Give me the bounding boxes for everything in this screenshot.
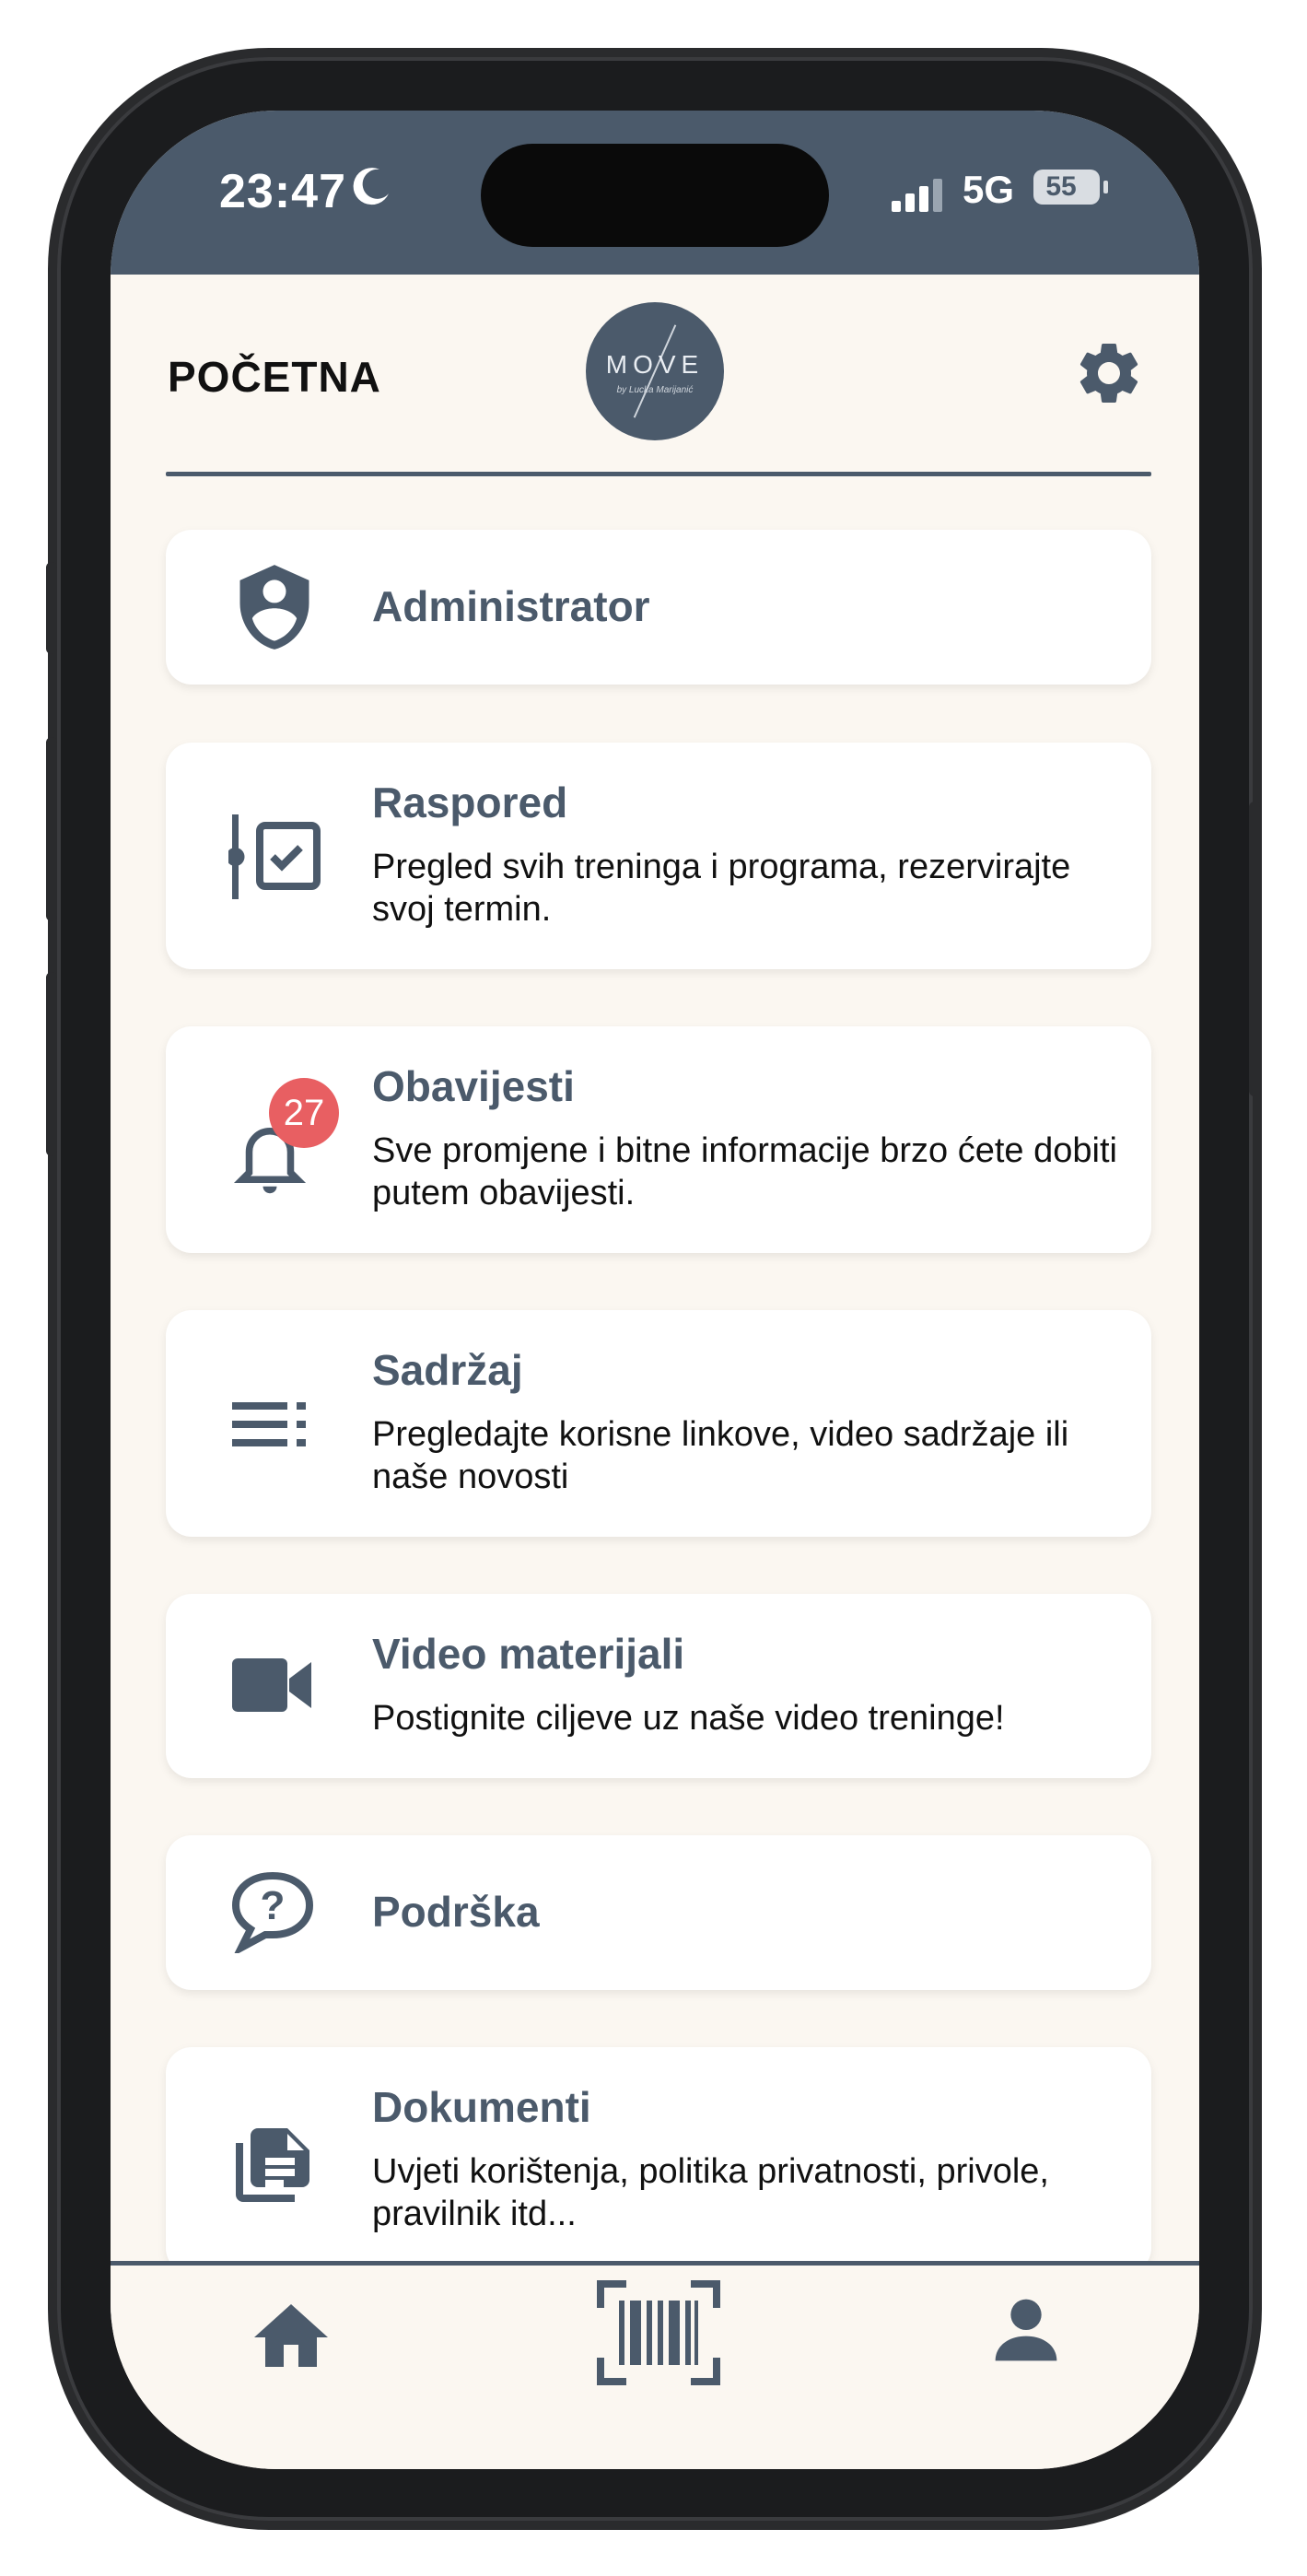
- card-obavijesti[interactable]: 27 Obavijesti Sve promjene i bitne infor…: [166, 1026, 1151, 1253]
- logo-text: MOVE: [605, 350, 705, 379]
- bottom-nav: [111, 2261, 1199, 2469]
- user-icon[interactable]: [989, 2291, 1063, 2369]
- barcode-scan-icon[interactable]: [595, 2278, 722, 2387]
- help-chat-icon: ?: [231, 1871, 314, 1953]
- power-button: [1249, 802, 1260, 1096]
- screen: 23:47 5G 55 POČETNA MOVE by Lucka Marija…: [111, 111, 1199, 2469]
- card-title: Obavijesti: [372, 1062, 575, 1110]
- notification-badge: 27: [269, 1078, 339, 1148]
- card-video-materijali[interactable]: Video materijali Postignite ciljeve uz n…: [166, 1594, 1151, 1778]
- gear-icon[interactable]: [1072, 336, 1146, 410]
- card-title: Raspored: [372, 779, 568, 826]
- schedule-icon: [228, 814, 321, 899]
- dynamic-island: [481, 144, 829, 247]
- admin-shield-icon: [239, 565, 309, 650]
- mute-switch: [46, 562, 57, 654]
- card-sadrzaj[interactable]: Sadržaj Pregledajte korisne linkove, vid…: [166, 1310, 1151, 1537]
- battery-level: 55: [1045, 171, 1077, 202]
- document-icon: [236, 2128, 309, 2202]
- volume-down-button: [46, 972, 57, 1156]
- logo-subtitle: by Lucka Marijanić: [616, 385, 694, 395]
- card-administrator[interactable]: Administrator: [166, 530, 1151, 685]
- video-camera-icon: [232, 1658, 311, 1712]
- card-description: Pregled svih treninga i programa, rezerv…: [372, 848, 1071, 929]
- signal-icon: [892, 179, 942, 212]
- volume-up-button: [46, 737, 57, 921]
- status-time: 23:47: [219, 165, 346, 218]
- card-title: Podrška: [372, 1888, 540, 1936]
- move-logo: MOVE by Lucka Marijanić: [586, 302, 724, 440]
- network-type: 5G: [963, 168, 1015, 211]
- card-title: Video materijali: [372, 1630, 685, 1678]
- battery-icon: 55: [1033, 170, 1100, 205]
- header-divider: [166, 472, 1151, 476]
- moon-icon: [353, 168, 389, 205]
- status-bar: 23:47 5G 55: [111, 111, 1199, 275]
- card-description: Uvjeti korištenja, politika privatnosti,…: [372, 2152, 1049, 2233]
- card-title: Sadržaj: [372, 1346, 523, 1394]
- card-dokumenti[interactable]: Dokumenti Uvjeti korištenja, politika pr…: [166, 2047, 1151, 2274]
- svg-text:?: ?: [261, 1883, 286, 1928]
- card-description: Sve promjene i bitne informacije brzo će…: [372, 1131, 1117, 1212]
- card-description: Postignite ciljeve uz naše video trening…: [372, 1699, 1005, 1738]
- list-icon: [232, 1402, 306, 1446]
- card-description: Pregledajte korisne linkove, video sadrž…: [372, 1415, 1069, 1496]
- page-title: POČETNA: [168, 353, 381, 401]
- card-title: Dokumenti: [372, 2083, 591, 2131]
- home-icon[interactable]: [247, 2293, 335, 2371]
- card-title: Administrator: [372, 582, 650, 630]
- card-podrska[interactable]: ? Podrška: [166, 1835, 1151, 1990]
- battery-tip: [1103, 181, 1108, 193]
- card-raspored[interactable]: Raspored Pregled svih treninga i program…: [166, 743, 1151, 969]
